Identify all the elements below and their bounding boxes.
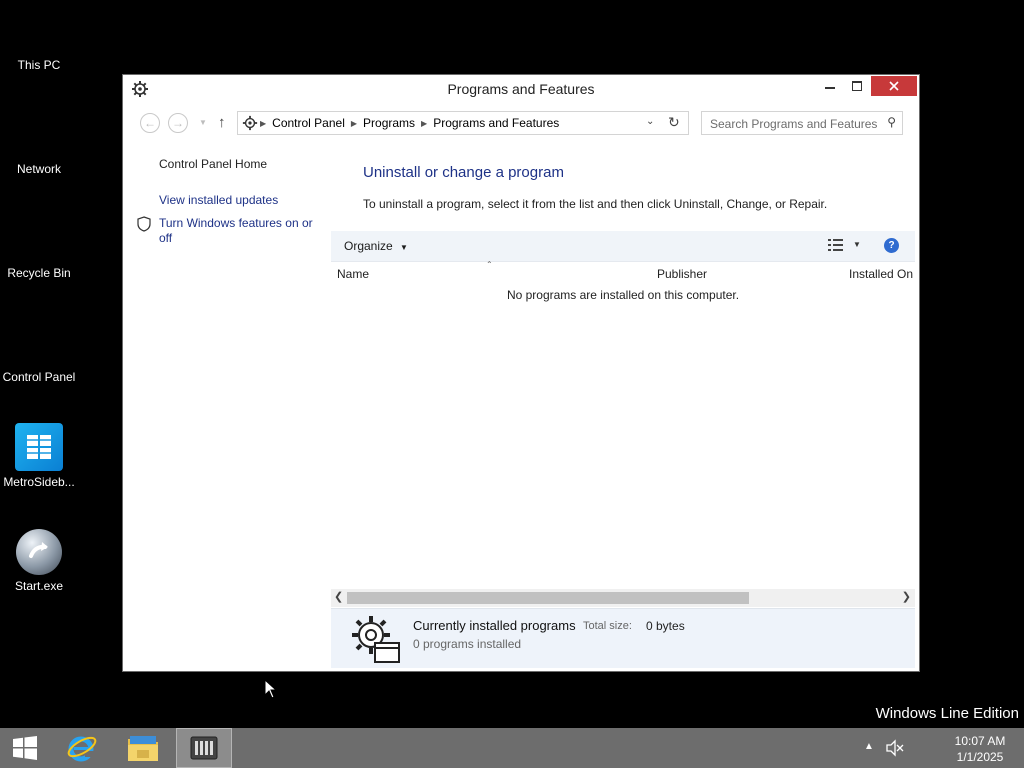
desktop-icon-metrosidebar[interactable]: MetroSideb... bbox=[0, 423, 78, 489]
programs-count: 0 programs installed bbox=[413, 637, 522, 651]
search-box[interactable]: ⚲ bbox=[701, 111, 903, 135]
clock-date: 1/1/2025 bbox=[956, 750, 1004, 764]
start-exe-icon bbox=[16, 529, 62, 575]
back-button[interactable]: ← bbox=[140, 113, 160, 133]
desktop-icon-start-exe[interactable]: Start.exe bbox=[0, 529, 78, 593]
column-header-name[interactable]: Name bbox=[337, 267, 369, 281]
breadcrumb-control-panel[interactable]: Control Panel bbox=[272, 116, 345, 130]
chevron-down-icon: ▼ bbox=[400, 243, 408, 252]
address-bar[interactable]: ▶ Control Panel ▶ Programs ▶ Programs an… bbox=[237, 111, 689, 135]
search-input[interactable] bbox=[708, 113, 882, 135]
breadcrumb-programs-and-features[interactable]: Programs and Features bbox=[433, 116, 559, 130]
internet-explorer-button[interactable] bbox=[54, 728, 110, 768]
back-arrow-icon: ← bbox=[144, 116, 156, 130]
file-explorer-button[interactable] bbox=[115, 728, 171, 768]
desktop-icon-control-panel[interactable]: Control Panel bbox=[0, 370, 78, 384]
chevron-right-icon: ▶ bbox=[260, 118, 267, 128]
windows-features-link[interactable]: Turn Windows features on or off bbox=[159, 216, 319, 246]
chevron-right-icon: ▶ bbox=[421, 118, 428, 128]
close-icon bbox=[889, 81, 899, 91]
title-bar[interactable]: Programs and Features bbox=[123, 75, 919, 103]
desktop-icon-network[interactable]: Network bbox=[0, 162, 78, 176]
desktop-icon-label: MetroSideb... bbox=[3, 475, 75, 489]
scroll-left-icon[interactable]: ❮ bbox=[334, 590, 343, 603]
refresh-icon[interactable]: ↻ bbox=[668, 114, 680, 131]
taskbar: ▲ 10:07 AM 1/1/2025 bbox=[0, 728, 1024, 768]
total-size-label: Total size: bbox=[583, 620, 632, 632]
organize-label: Organize bbox=[344, 239, 393, 253]
breadcrumb-programs[interactable]: Programs bbox=[363, 116, 415, 130]
details-pane: Currently installed programs Total size:… bbox=[331, 608, 915, 668]
help-icon[interactable]: ? bbox=[884, 238, 899, 253]
up-button[interactable]: ↑ bbox=[218, 114, 226, 131]
view-dropdown-chevron-icon[interactable]: ▼ bbox=[853, 240, 861, 249]
recent-locations-dropdown[interactable]: ▼ bbox=[199, 118, 207, 127]
programs-and-features-window: Programs and Features ← → ▼ ↑ ▶ Control bbox=[122, 74, 920, 672]
volume-muted-icon[interactable] bbox=[885, 738, 905, 761]
view-options-button[interactable] bbox=[828, 238, 844, 255]
programs-and-features-taskbar-button[interactable] bbox=[176, 728, 232, 768]
command-bar: Organize ▼ ▼ ? bbox=[331, 231, 915, 262]
maximize-button[interactable] bbox=[843, 76, 871, 96]
internet-explorer-icon bbox=[67, 736, 97, 762]
forward-arrow-icon: → bbox=[172, 116, 184, 130]
desktop-icon-label: Network bbox=[16, 162, 61, 176]
desktop-icon-label: This PC bbox=[17, 58, 61, 72]
close-button[interactable] bbox=[871, 76, 917, 96]
desktop-icon-label: Control Panel bbox=[2, 370, 76, 384]
edition-watermark: Windows Line Edition bbox=[875, 705, 1019, 722]
metrosidebar-icon bbox=[15, 423, 63, 471]
column-header-publisher[interactable]: Publisher bbox=[657, 267, 707, 281]
desktop-icon-this-pc[interactable]: This PC bbox=[0, 58, 78, 72]
up-arrow-icon: ↑ bbox=[218, 114, 226, 131]
scrollbar-thumb[interactable] bbox=[347, 592, 749, 604]
clock-time: 10:07 AM bbox=[954, 734, 1006, 748]
horizontal-scrollbar[interactable]: ❮ ❯ bbox=[331, 589, 915, 607]
desktop-icon-label: Recycle Bin bbox=[7, 266, 71, 280]
taskbar-clock[interactable]: 10:07 AM 1/1/2025 bbox=[940, 733, 1020, 765]
programs-gear-icon bbox=[347, 613, 401, 668]
details-view-icon bbox=[828, 239, 843, 251]
page-title: Uninstall or change a program bbox=[363, 164, 564, 181]
forward-button[interactable]: → bbox=[168, 113, 188, 133]
column-header-installed-on[interactable]: Installed On bbox=[849, 267, 913, 281]
shield-icon bbox=[137, 216, 151, 235]
minimize-button[interactable] bbox=[816, 76, 844, 96]
control-panel-icon bbox=[242, 115, 258, 131]
minimize-icon bbox=[825, 87, 835, 89]
windows-logo-icon bbox=[13, 736, 37, 760]
desktop-icon-label: Start.exe bbox=[14, 579, 64, 593]
control-panel-home-link[interactable]: Control Panel Home bbox=[159, 157, 267, 172]
total-size-value: 0 bytes bbox=[646, 619, 685, 633]
window-title: Programs and Features bbox=[447, 81, 595, 97]
sort-ascending-icon: ⌃ bbox=[486, 260, 493, 269]
scroll-right-icon[interactable]: ❯ bbox=[902, 590, 911, 603]
view-installed-updates-link[interactable]: View installed updates bbox=[159, 193, 278, 208]
desktop-icon-recycle-bin[interactable]: Recycle Bin bbox=[0, 266, 78, 280]
file-explorer-icon bbox=[128, 736, 158, 761]
start-button[interactable] bbox=[0, 728, 50, 768]
chevron-right-icon: ▶ bbox=[350, 118, 358, 128]
control-panel-icon bbox=[190, 736, 218, 760]
empty-list-message: No programs are installed on this comput… bbox=[506, 288, 740, 302]
details-title: Currently installed programs bbox=[413, 618, 576, 633]
address-dropdown-chevron-icon[interactable]: ⌄ bbox=[646, 116, 654, 127]
organize-button[interactable]: Organize ▼ bbox=[344, 239, 408, 253]
page-description: To uninstall a program, select it from t… bbox=[363, 197, 828, 211]
maximize-icon bbox=[852, 81, 862, 91]
search-icon[interactable]: ⚲ bbox=[887, 115, 896, 129]
show-hidden-icons-chevron-icon[interactable]: ▲ bbox=[864, 741, 874, 752]
mouse-pointer-icon bbox=[264, 678, 278, 702]
